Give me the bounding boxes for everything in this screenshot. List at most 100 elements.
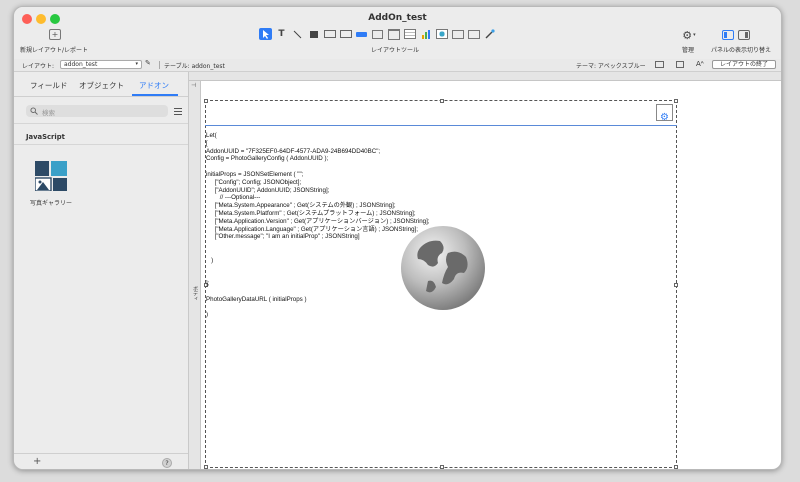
search-field[interactable]: 検索 xyxy=(26,105,168,117)
tab-control-tool-icon[interactable] xyxy=(387,28,400,40)
web-viewer-calculation: Let([AddonUUID = "7F325EF0-64DF-4577-ADA… xyxy=(206,132,430,319)
help-label: ? xyxy=(165,459,169,467)
button-tool-icon[interactable] xyxy=(339,28,352,40)
popover-tool-icon[interactable] xyxy=(371,28,384,40)
code-line: ["Meta.Application.Language" ; Get(アプリケー… xyxy=(206,225,418,233)
exit-layout-button[interactable]: レイアウトの終了 xyxy=(712,60,776,69)
code-line: [ xyxy=(206,139,208,147)
field-tool-icon[interactable] xyxy=(323,28,336,40)
code-line: Let( xyxy=(206,132,217,139)
list-view-icon[interactable] xyxy=(174,108,182,115)
toggle-right-panel-button[interactable] xyxy=(738,30,750,40)
addon-item-label: 写真ギャラリー xyxy=(30,200,73,207)
search-placeholder: 検索 xyxy=(42,109,55,117)
vertical-ruler xyxy=(189,81,201,469)
left-panel-icon xyxy=(724,32,727,38)
code-line: ["Meta.System.Appearance" ; Get(システムの外観)… xyxy=(206,202,396,210)
manage-label: 管理 xyxy=(682,47,695,54)
new-layout-button[interactable]: + xyxy=(49,29,61,40)
resize-handle[interactable] xyxy=(440,465,444,469)
layout-prefix-label: レイアウト: xyxy=(22,63,55,70)
layout-selector[interactable]: addon_test ▾ xyxy=(60,60,142,69)
ruler-corner-icon: ⊣ xyxy=(191,82,197,89)
layout-bar: レイアウト: addon_test ▾ ✎ テーブル: addon_test テ… xyxy=(14,59,781,72)
left-panel: フィールド オブジェクト アドオン 検索 JavaScript 写真ギャラリー … xyxy=(14,72,189,469)
tab-fields[interactable]: フィールド xyxy=(30,80,67,91)
theme-picker-icon[interactable] xyxy=(655,61,664,68)
search-icon xyxy=(30,107,38,115)
code-line: // ---Optional--- xyxy=(206,194,261,202)
exit-layout-label: レイアウトの終了 xyxy=(719,61,768,68)
line-tool-icon[interactable] xyxy=(291,28,304,40)
code-line: PhotoGalleryDataURL ( initialProps ) xyxy=(206,295,307,303)
code-line: ["AddonUUID"; AddonUUID; JSONString]; xyxy=(206,186,330,194)
tab-addons[interactable]: アドオン xyxy=(139,80,169,91)
panel-toggle-label: パネルの表示切り替え xyxy=(711,47,772,54)
resize-handle[interactable] xyxy=(440,99,444,103)
resize-handle[interactable] xyxy=(674,99,678,103)
addon-photo-gallery[interactable]: 写真ギャラリー xyxy=(26,157,78,217)
selection-guide xyxy=(205,125,677,126)
title-toolbar: AddOn_test + 新規レイアウト/レポート T レイアウトツール ⚙ ▾… xyxy=(14,7,781,60)
tab-divider xyxy=(14,96,188,97)
insert-field-picker-icon[interactable] xyxy=(451,28,464,40)
code-line: initialProps = JSONSetElement ( ""; xyxy=(206,170,304,178)
part-label[interactable]: ボディ xyxy=(192,286,199,301)
code-line: ["Meta.System.Platform" ; Get(システムプラットフォ… xyxy=(206,209,416,217)
layout-name: addon_test xyxy=(64,61,98,68)
addon-settings-button[interactable]: ⚙ xyxy=(656,104,673,123)
layout-tools: T xyxy=(259,27,496,41)
code-line: ]; xyxy=(206,280,210,288)
bottom-divider xyxy=(14,453,188,454)
manage-button[interactable]: ⚙ ▾ xyxy=(679,28,699,42)
tab-objects[interactable]: オブジェクト xyxy=(79,80,124,91)
horizontal-ruler xyxy=(189,72,781,81)
chart-tool-icon[interactable] xyxy=(419,28,432,40)
code-line: ) xyxy=(206,311,209,319)
pointer-tool-icon[interactable] xyxy=(259,28,272,40)
chevron-down-icon: ▾ xyxy=(693,32,696,38)
web-viewer-tool-icon[interactable] xyxy=(435,28,448,40)
insert-button-icon[interactable] xyxy=(467,28,480,40)
section-divider xyxy=(14,123,188,124)
format-painter-icon[interactable] xyxy=(483,28,496,40)
text-tool-icon[interactable]: T xyxy=(275,28,288,40)
portal-tool-icon[interactable] xyxy=(403,28,416,40)
gear-icon: ⚙ xyxy=(682,28,693,42)
add-button[interactable]: + xyxy=(33,456,41,467)
resize-handle[interactable] xyxy=(674,465,678,469)
rectangle-tool-icon[interactable] xyxy=(307,28,320,40)
resize-handle[interactable] xyxy=(674,283,678,287)
help-button[interactable]: ? xyxy=(162,458,172,468)
plus-icon: + xyxy=(51,29,59,39)
table-label: テーブル: addon_test xyxy=(164,63,225,70)
code-line: ["Config"; Config; JSONObject]; xyxy=(206,178,302,186)
app-window: AddOn_test + 新規レイアウト/レポート T レイアウトツール ⚙ ▾… xyxy=(13,6,782,470)
button-bar-tool-icon[interactable] xyxy=(355,28,368,40)
resize-handle[interactable] xyxy=(204,99,208,103)
layout-grid-icon[interactable] xyxy=(676,61,684,68)
resize-handle[interactable] xyxy=(204,465,208,469)
code-line: AddonUUID = "7F325EF0-64DF-4577-ADA9-24B… xyxy=(206,147,381,155)
code-line: ) xyxy=(206,256,214,264)
section-title: JavaScript xyxy=(26,133,65,141)
edit-layout-icon[interactable]: ✎ xyxy=(145,59,151,67)
font-size-icon[interactable]: Aᴬ xyxy=(696,60,704,68)
code-line: Config = PhotoGalleryConfig ( AddonUUID … xyxy=(206,155,329,163)
theme-label: テーマ: アペックスブルー xyxy=(576,63,646,70)
new-layout-label: 新規レイアウト/レポート xyxy=(20,47,89,54)
section-divider xyxy=(14,144,188,145)
layout-body-part: ⚙ Let([AddonUUID = "7F325EF0-64DF-4577-A… xyxy=(201,81,781,469)
toggle-left-panel-button[interactable] xyxy=(722,30,734,40)
photo-gallery-icon xyxy=(35,161,67,191)
right-panel-icon xyxy=(745,32,748,38)
divider xyxy=(159,61,160,69)
code-line: ["Meta.Application.Version" ; Get(アプリケーシ… xyxy=(206,217,430,225)
